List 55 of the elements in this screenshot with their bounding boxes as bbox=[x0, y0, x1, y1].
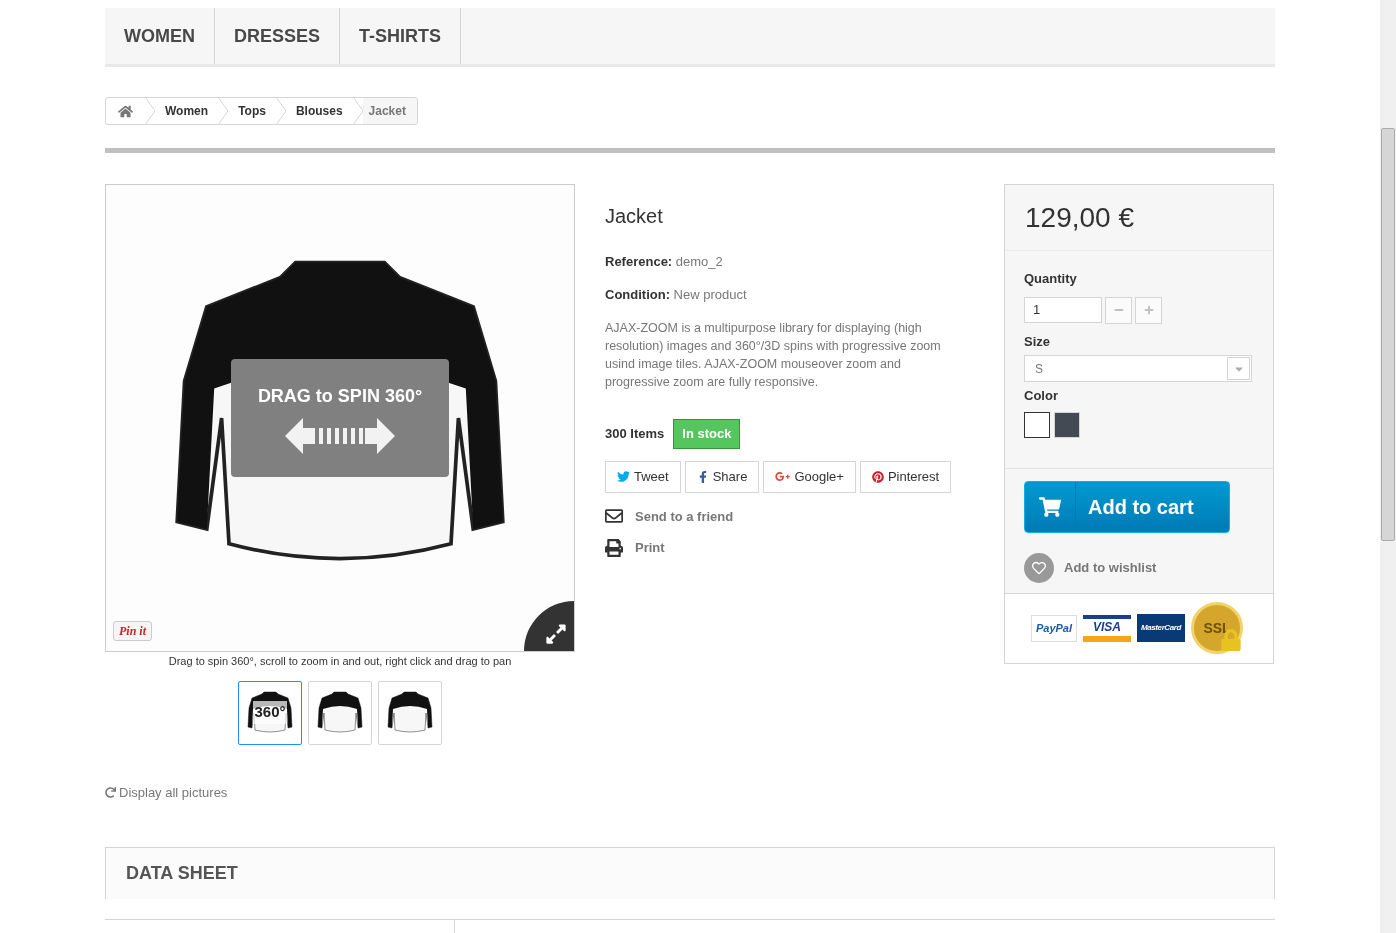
stock-status: In stock bbox=[673, 419, 741, 449]
color-swatch[interactable] bbox=[1024, 411, 1050, 438]
breadcrumb-link[interactable]: Blouses bbox=[285, 102, 353, 120]
viewer-caption: Drag to spin 360°, scroll to zoom in and out, right click and drag to pan bbox=[168, 654, 512, 669]
menu-item[interactable]: WOMEN bbox=[105, 8, 215, 64]
heart-outline-icon bbox=[1032, 560, 1046, 575]
scrollbar-thumb[interactable] bbox=[1381, 128, 1395, 541]
quantity-field[interactable]: 1 bbox=[1024, 296, 1102, 323]
expand-icon bbox=[545, 623, 567, 645]
section-title: DATA SHEET bbox=[126, 862, 238, 885]
share-button[interactable]: Google+ bbox=[763, 460, 856, 493]
breadcrumb-link[interactable]: Women bbox=[155, 102, 219, 120]
share-button[interactable]: Tweet bbox=[605, 460, 681, 493]
quantity-label: Quantity bbox=[1024, 270, 1078, 288]
breadcrumb-link[interactable]: Tops bbox=[228, 102, 276, 120]
visa-logo: VISA bbox=[1083, 614, 1131, 642]
condition-line: Condition: New product bbox=[605, 285, 748, 304]
google-plus-icon bbox=[775, 469, 791, 484]
menu-item[interactable]: T-SHIRTS bbox=[340, 8, 462, 64]
cart-icon bbox=[1039, 495, 1061, 518]
printer-icon bbox=[605, 538, 623, 557]
add-to-cart-button[interactable]: Add to cart bbox=[1024, 480, 1230, 533]
product-description: AJAX-ZOOM is a multipurpose library for displaying (high resolution) images and 360°/3D spins with progressive zoom usind image tiles. AJAX-ZOOM mouseover zoom and progressive zoom are fully responsive. bbox=[605, 320, 942, 391]
spin-badge: 360° bbox=[253, 701, 287, 724]
menu-item[interactable]: DRESSES bbox=[215, 8, 341, 64]
action-link[interactable]: Print bbox=[635, 538, 665, 558]
product-title: Jacket bbox=[605, 204, 664, 229]
breadcrumb-current: Jacket bbox=[362, 98, 417, 124]
thumbnail[interactable] bbox=[308, 680, 372, 745]
thumbnail[interactable]: 360° bbox=[238, 680, 302, 745]
stock-quantity: 300 Items bbox=[605, 425, 665, 443]
color-label: Color bbox=[1024, 387, 1059, 405]
refresh-icon bbox=[105, 786, 116, 798]
share-button[interactable]: Share bbox=[684, 460, 760, 493]
paypal-logo: PayPal bbox=[1031, 614, 1077, 642]
envelope-icon bbox=[605, 507, 623, 526]
pin-icon bbox=[871, 470, 884, 483]
wishlist-link[interactable]: Add to wishlist bbox=[1064, 557, 1157, 578]
scrollbar[interactable] bbox=[1380, 0, 1396, 933]
size-label: Size bbox=[1024, 332, 1051, 351]
display-all-link[interactable]: Display all pictures bbox=[119, 782, 228, 802]
pin-it-button[interactable]: Pin it bbox=[113, 621, 152, 641]
price: 129,00 € bbox=[1025, 200, 1134, 235]
double-arrow-icon bbox=[285, 417, 395, 454]
plus-icon bbox=[1143, 305, 1154, 315]
mastercard-logo: MasterCard bbox=[1137, 614, 1185, 643]
size-select[interactable]: S bbox=[1024, 355, 1252, 382]
home-icon bbox=[118, 103, 133, 119]
share-button[interactable]: Pinterest bbox=[859, 460, 952, 493]
reference-line: Reference: demo_2 bbox=[605, 253, 724, 271]
bird-icon bbox=[617, 470, 630, 483]
ssl-seal: SSL bbox=[1191, 602, 1243, 655]
spin-hint-text: DRAG to SPIN 360° bbox=[257, 384, 423, 408]
thumbnail[interactable] bbox=[378, 680, 442, 745]
action-link[interactable]: Send to a friend bbox=[635, 506, 734, 526]
